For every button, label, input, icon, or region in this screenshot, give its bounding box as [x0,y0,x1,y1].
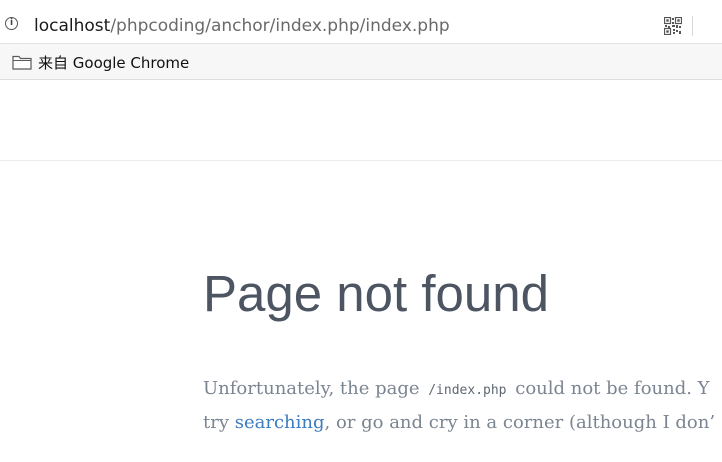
message-text: try [203,412,235,433]
page-content: Page not found Unfortunately, the page /… [0,80,722,462]
message-text: Unfortunately, the page [203,378,426,399]
site-header [0,80,722,161]
bookmarks-bar: 来自 Google Chrome [0,44,722,80]
url-host: localhost [34,16,111,36]
message-text: could not be found. Y [509,378,710,399]
not-found-message: Unfortunately, the page /index.php could… [203,373,715,439]
missing-path: /index.php [428,383,507,398]
bookmark-folder-google-chrome[interactable]: 来自 Google Chrome [38,54,189,72]
message-text: , or go and cry in a corner (although I … [324,412,716,433]
search-link[interactable]: searching [235,412,325,433]
info-icon[interactable]: i [5,17,18,30]
page-title: Page not found [203,265,549,322]
address-bar[interactable]: i localhost/phpcoding/anchor/index.php/i… [0,0,722,44]
qr-code-icon[interactable] [664,17,682,35]
folder-icon[interactable] [12,54,32,70]
url-text[interactable]: localhost/phpcoding/anchor/index.php/ind… [34,15,450,37]
url-path: /phpcoding/anchor/index.php/index.php [110,16,450,36]
address-bar-divider [692,16,693,36]
